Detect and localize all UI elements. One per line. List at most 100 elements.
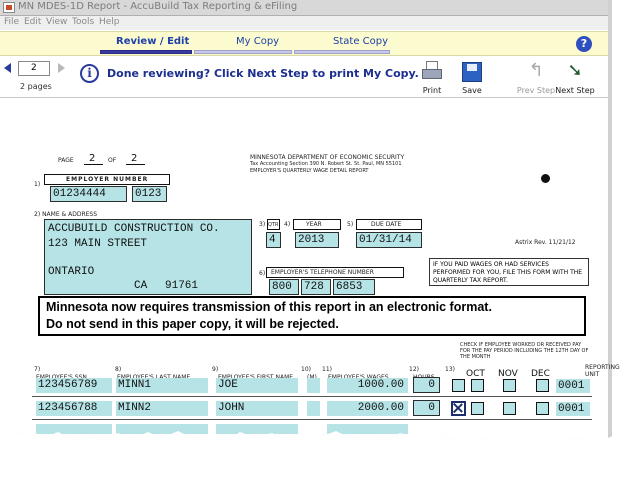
phone-number-label-num: 6) (259, 270, 266, 277)
row1-wages-field[interactable]: 1000.00 (327, 378, 408, 393)
year-field[interactable]: 2013 (295, 232, 339, 248)
next-page-arrow-icon[interactable] (58, 63, 65, 73)
col-11-num: 11) (322, 366, 332, 373)
state-field[interactable]: CA (132, 279, 147, 293)
row1-oct-box[interactable] (471, 379, 484, 392)
help-icon[interactable]: ? (576, 36, 592, 52)
pages-count-label: 2 pages (20, 82, 52, 91)
row2-unit-field[interactable]: 0001 (556, 402, 590, 416)
due-date-field[interactable]: 01/31/14 (356, 232, 422, 248)
row1-oct-checkbox[interactable] (452, 379, 465, 392)
row2-oct-box[interactable] (471, 402, 484, 415)
menu-file[interactable]: File (4, 17, 19, 27)
month-nov-label: NOV (498, 369, 518, 379)
page-number-input[interactable]: 2 (18, 61, 50, 76)
printer-icon (422, 61, 442, 83)
phone-area-field[interactable]: 800 (269, 279, 299, 295)
notice-line-2: Do not send in this paper copy, it will … (46, 317, 339, 331)
row1-dec-checkbox[interactable] (536, 379, 549, 392)
col-12-num: 12) (409, 366, 419, 373)
row2-last-name-field[interactable]: MINN2 (116, 401, 208, 416)
col-9-num: 9) (212, 366, 219, 373)
next-step-button[interactable]: ➘ Next Step (554, 59, 596, 97)
row1-last-name-field[interactable]: MINN1 (116, 378, 208, 393)
filing-instruction-box: IF YOU PAID WAGES OR HAD SERVICES PERFOR… (429, 258, 589, 286)
app-icon (3, 2, 15, 13)
save-label: Save (462, 86, 482, 95)
tab-my-copy-indicator (194, 50, 292, 54)
form-page-total: 2 (131, 153, 138, 164)
zip-field[interactable]: 91761 (163, 279, 198, 293)
row2-wages-field[interactable]: 2000.00 (327, 401, 408, 416)
save-button[interactable]: Save (451, 59, 493, 97)
agency-name: MINNESOTA DEPARTMENT OF ECONOMIC SECURIT… (250, 154, 405, 161)
street-field[interactable]: 123 MAIN STREET (46, 237, 147, 251)
year-label: YEAR (306, 221, 322, 228)
due-date-label: DUE DATE (371, 221, 402, 228)
col-unit-header: REPORTING UNIT (585, 364, 620, 378)
prev-step-arrow-icon: ↰ (528, 60, 544, 81)
menu-tools[interactable]: Tools (72, 17, 94, 27)
employer-number-field[interactable]: 01234444 (50, 186, 127, 202)
qtr-label: QTR (268, 222, 279, 228)
company-name-field[interactable]: ACCUBUILD CONSTRUCTION CO. (46, 222, 220, 236)
next-step-arrow-icon: ➘ (567, 60, 583, 81)
floppy-disk-icon (462, 62, 482, 82)
city-field[interactable]: ONTARIO (46, 265, 94, 279)
row1-hours-field[interactable]: 0 (413, 377, 440, 393)
vertical-scrollbar[interactable] (608, 0, 612, 440)
registration-mark (541, 174, 550, 183)
astrix-revision: Astrix Rev. 11/21/12 (515, 239, 576, 246)
tab-my-copy[interactable]: My Copy (236, 36, 279, 47)
month-dec-label: DEC (531, 369, 550, 379)
row2-dec-checkbox[interactable] (536, 402, 549, 415)
toolbar: 2 2 pages i Done reviewing? Click Next S… (0, 57, 608, 98)
name-address-label: 2) NAME & ADDRESS (34, 211, 98, 218)
row1-mi-field[interactable] (307, 378, 320, 393)
step-tab-strip: Review / Edit My Copy State Copy (0, 31, 608, 56)
qtr-number: 3) (259, 221, 266, 228)
quarter-field[interactable]: 4 (266, 232, 281, 248)
row2-oct-checkbox-checked[interactable] (451, 401, 466, 416)
employer-number-suffix-field[interactable]: 0123 (132, 186, 167, 202)
phone-prefix-field[interactable]: 728 (301, 279, 331, 295)
col-8-num: 8) (115, 366, 122, 373)
previous-page-arrow-icon[interactable] (4, 63, 11, 73)
row2-nov-checkbox[interactable] (503, 402, 516, 415)
prev-step-label: Prev Step (516, 86, 556, 95)
tab-review-edit-indicator (100, 50, 192, 54)
tab-review-edit[interactable]: Review / Edit (116, 36, 189, 47)
menu-edit[interactable]: Edit (24, 17, 41, 27)
due-date-number: 5) (347, 221, 354, 228)
col-10-num: 10) (301, 366, 311, 373)
info-icon: i (80, 64, 99, 83)
form-page-number: 2 (89, 153, 96, 164)
row2-ssn-field[interactable]: 123456788 (36, 401, 112, 416)
torn-edge-decoration (0, 430, 622, 484)
tab-state-copy-indicator (294, 50, 390, 54)
row2-first-name-field[interactable]: JOHN (216, 401, 298, 416)
col-13-num: 13) (445, 366, 455, 373)
phone-line-field[interactable]: 6853 (333, 279, 375, 295)
phone-label: EMPLOYER'S TELEPHONE NUMBER (271, 269, 374, 276)
menu-view[interactable]: View (46, 17, 67, 27)
employer-number-label: EMPLOYER NUMBER (66, 176, 149, 183)
electronic-filing-notice: Minnesota now requires transmission of t… (38, 296, 586, 336)
year-number: 4) (284, 221, 291, 228)
row1-unit-field[interactable]: 0001 (556, 379, 590, 393)
prev-step-button[interactable]: ↰ Prev Step (515, 59, 557, 97)
tab-state-copy[interactable]: State Copy (333, 36, 388, 47)
title-bar: MN MDES-1D Report - AccuBuild Tax Report… (0, 0, 612, 16)
next-step-label: Next Step (555, 86, 595, 95)
row1-nov-checkbox[interactable] (503, 379, 516, 392)
row1-first-name-field[interactable]: JOE (216, 378, 298, 393)
notice-line-1: Minnesota now requires transmission of t… (46, 300, 492, 314)
col-check-header: CHECK IF EMPLOYEE WORKED OR RECEIVED PAY… (460, 342, 589, 360)
row2-mi-field[interactable] (307, 401, 320, 416)
print-button[interactable]: Print (411, 59, 453, 97)
row1-ssn-field[interactable]: 123456789 (36, 378, 112, 393)
row2-hours-field[interactable]: 0 (413, 400, 440, 416)
col-7-num: 7) (34, 366, 41, 373)
menu-help[interactable]: Help (99, 17, 120, 27)
info-message: Done reviewing? Click Next Step to print… (107, 67, 419, 80)
